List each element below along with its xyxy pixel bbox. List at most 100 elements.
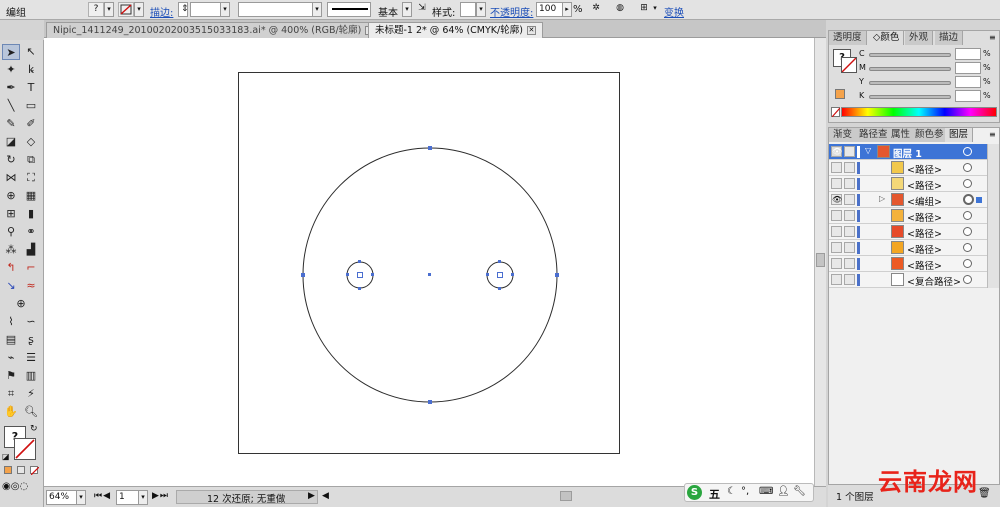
eye-icon[interactable]: 👁︎ xyxy=(831,194,842,205)
layer-row[interactable]: <路径> xyxy=(829,176,999,192)
pencil-tool-icon[interactable]: ✐ xyxy=(22,116,40,132)
free-transform-tool-icon[interactable]: ⛶ xyxy=(22,170,40,186)
graphic-style-dropdown[interactable]: ▾ xyxy=(476,2,486,17)
lock-toggle[interactable] xyxy=(844,242,855,253)
layer-row[interactable]: <路径> xyxy=(829,224,999,240)
column-graph-tool-icon[interactable]: ▟ xyxy=(22,242,40,258)
eye-toggle[interactable] xyxy=(831,178,842,189)
layer-name[interactable]: <路径> xyxy=(907,162,942,176)
symbol-sprayer-tool-icon[interactable]: ⁂ xyxy=(2,242,20,258)
paintbrush-tool-icon[interactable]: ✎ xyxy=(2,116,20,132)
moon-icon[interactable]: ☾ xyxy=(727,486,736,497)
ime-mode-label[interactable]: 五 xyxy=(709,486,720,502)
black-input[interactable] xyxy=(955,90,981,102)
scroll-left-arrow-icon[interactable]: ◀ xyxy=(322,491,329,501)
stroke-weight-dropdown[interactable]: ▾ xyxy=(220,2,230,17)
tab-document-2[interactable]: 未标题-1 2* @ 64% (CMYK/轮廓) ✕ xyxy=(368,22,543,38)
align-dropdown[interactable]: ▾ xyxy=(650,2,660,17)
transform-link[interactable]: 变换 xyxy=(664,4,684,19)
selection-indicator[interactable] xyxy=(976,197,982,203)
cyan-slider[interactable]: C% xyxy=(859,48,999,61)
perspective-grid-tool-icon[interactable]: ▦ xyxy=(22,188,40,204)
layer-row[interactable]: <路径> xyxy=(829,208,999,224)
graphic-style-swatch[interactable] xyxy=(460,2,476,17)
variable-width-profile[interactable] xyxy=(238,2,322,17)
layer-row[interactable]: <路径> xyxy=(829,256,999,272)
layer-name[interactable]: <路径> xyxy=(907,242,942,256)
tab-gradient[interactable]: 渐变 xyxy=(829,128,858,142)
last-color-swatch[interactable] xyxy=(835,89,845,99)
eyedropper-tool-icon[interactable]: ⚲ xyxy=(2,224,20,240)
target-circle-icon[interactable] xyxy=(963,275,972,284)
layer-row[interactable]: 👁︎ ▷ <编组> xyxy=(829,192,999,208)
tab-color[interactable]: ◇颜色 xyxy=(869,31,905,45)
layer-name[interactable]: <路径> xyxy=(907,226,942,240)
eraser-tool-icon[interactable]: ◇ xyxy=(22,134,40,150)
hand-tool-icon[interactable]: ✋ xyxy=(2,404,20,420)
gradient-tool-icon[interactable]: ▮ xyxy=(22,206,40,222)
history-status[interactable]: 12 次还原; 无重做 xyxy=(176,490,318,505)
selection-tool-icon[interactable]: ➤ xyxy=(2,44,20,60)
graph-tool-icon[interactable]: ▤ xyxy=(2,332,20,348)
warp-tool-icon[interactable]: ⌇ xyxy=(2,314,20,330)
scissors-tool-icon[interactable]: ≈ xyxy=(22,278,40,294)
panel-menu-icon[interactable]: ≡ xyxy=(989,33,996,42)
blend-tool-icon[interactable]: ⚭ xyxy=(22,224,40,240)
lock-toggle[interactable] xyxy=(844,162,855,173)
stroke-color-swatch[interactable] xyxy=(14,438,36,460)
vertical-scrollbar[interactable] xyxy=(814,38,826,486)
stroke-swatch-button[interactable] xyxy=(118,2,134,17)
mesh-tool-icon[interactable]: ⊞ xyxy=(2,206,20,222)
delete-layer-icon[interactable]: 🗑︎ xyxy=(978,488,991,499)
live-paint-select-tool-icon[interactable]: ▥ xyxy=(22,368,40,384)
cyan-input[interactable] xyxy=(955,48,981,60)
stroke-dropdown[interactable]: ▾ xyxy=(134,2,144,17)
type-tool-icon[interactable]: T xyxy=(22,80,40,96)
yellow-slider[interactable]: Y% xyxy=(859,76,999,89)
layer-name[interactable]: 图层 1 xyxy=(893,146,922,160)
none-mode-button[interactable] xyxy=(30,466,40,476)
user-icon[interactable]: 👤︎ xyxy=(777,486,790,497)
layer-row[interactable]: <路径> xyxy=(829,240,999,256)
knife-tool-icon[interactable]: ⚡ xyxy=(22,386,40,402)
blob-brush-tool-icon[interactable]: ◪ xyxy=(2,134,20,150)
none-color-button[interactable] xyxy=(831,107,841,118)
artboard-dropdown[interactable]: ▾ xyxy=(138,490,148,505)
tab-stroke[interactable]: 描边 xyxy=(935,31,964,45)
tab-transparency[interactable]: 透明度 xyxy=(829,31,867,45)
crop-tool-icon[interactable]: ⌗ xyxy=(2,386,20,402)
line-tool-icon[interactable]: ╲ xyxy=(2,98,20,114)
layer-name[interactable]: <路径> xyxy=(907,210,942,224)
target-circle-icon[interactable] xyxy=(963,179,972,188)
default-colors-icon[interactable]: ◪ xyxy=(2,452,10,461)
panel-menu-icon[interactable]: ≡ xyxy=(989,130,996,139)
lock-toggle[interactable] xyxy=(844,274,855,285)
punctuation-icon[interactable]: °, xyxy=(741,486,749,497)
rectangle-tool-icon[interactable]: ▭ xyxy=(22,98,40,114)
lock-toggle[interactable] xyxy=(844,226,855,237)
artboard-tool-icon[interactable]: ↰ xyxy=(2,260,20,276)
close-icon[interactable]: ✕ xyxy=(526,26,536,35)
layers-scrollbar[interactable] xyxy=(987,144,999,288)
color-stroke-swatch[interactable] xyxy=(841,57,857,73)
tab-document-1[interactable]: Nipic_1411249_20100202003515033183.ai* @… xyxy=(46,22,382,38)
scale-tool-icon[interactable]: ⧉ xyxy=(22,152,40,168)
lock-toggle[interactable] xyxy=(844,178,855,189)
keyboard-icon[interactable]: ⌨ xyxy=(759,486,773,497)
layer-name[interactable]: <编组> xyxy=(907,194,942,208)
rotate-tool-icon[interactable]: ↻ xyxy=(2,152,20,168)
wrench-icon[interactable]: 🔧︎ xyxy=(793,486,806,497)
artboard-prev-buttons[interactable]: ⏮◀ xyxy=(94,491,111,501)
gradient-mode-button[interactable] xyxy=(17,466,25,474)
tab-layers[interactable]: 图层 xyxy=(945,128,974,142)
magenta-slider[interactable]: M% xyxy=(859,62,999,75)
status-menu-arrow-icon[interactable]: ▶ xyxy=(308,491,315,501)
opacity-dropdown[interactable]: ▸ xyxy=(562,2,572,17)
artboard-next-buttons[interactable]: ▶⏭ xyxy=(152,491,169,501)
isolate-group-icon[interactable]: ◍ xyxy=(612,2,628,17)
tab-appearance[interactable]: 外观 xyxy=(905,31,934,45)
eye-toggle[interactable] xyxy=(831,242,842,253)
layer-name[interactable]: <复合路径> xyxy=(907,274,961,288)
black-slider[interactable]: K% xyxy=(859,90,999,103)
layer-row[interactable]: <复合路径> xyxy=(829,272,999,288)
